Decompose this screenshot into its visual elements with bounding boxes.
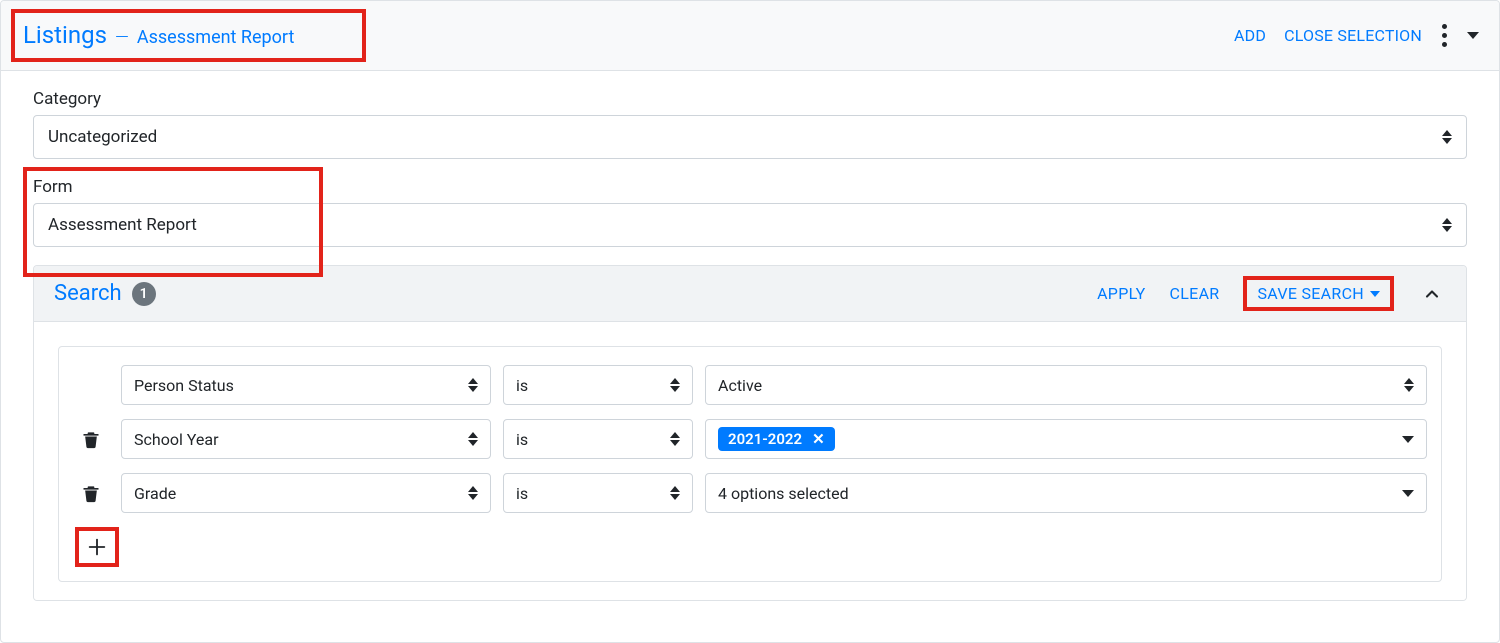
filter-tag: 2021-2022 ✕ [718, 427, 835, 451]
filter-field-select[interactable]: School Year [121, 419, 491, 459]
form-label: Form [33, 177, 1467, 197]
header-dropdown-caret-icon[interactable] [1467, 32, 1479, 39]
form-field-group: Form Assessment Report [33, 177, 1467, 247]
category-select[interactable]: Uncategorized [33, 115, 1467, 159]
select-sort-icon [468, 378, 478, 392]
filter-operator-select[interactable]: is [503, 419, 693, 459]
search-panel: Search 1 APPLY CLEAR SAVE SEARCH [33, 265, 1467, 601]
search-actions: APPLY CLEAR SAVE SEARCH [1097, 276, 1446, 311]
filter-field-value: Grade [134, 484, 176, 503]
title-separator: — [115, 27, 129, 48]
filter-operator-value: is [516, 484, 528, 503]
page-header: Listings — Assessment Report ADD CLOSE S… [1, 1, 1499, 71]
collapse-search-button[interactable] [1418, 280, 1446, 308]
filter-operator-value: is [516, 376, 528, 395]
header-actions: ADD CLOSE SELECTION [1234, 24, 1479, 47]
select-sort-icon [1442, 218, 1452, 232]
save-search-dropdown[interactable]: SAVE SEARCH [1243, 276, 1394, 311]
caret-down-icon [1370, 291, 1380, 297]
filter-value-text: Active [718, 376, 762, 395]
filter-value-multiselect[interactable]: 2021-2022 ✕ [705, 419, 1427, 459]
page-title: Listings [23, 23, 107, 47]
tag-remove-icon[interactable]: ✕ [812, 430, 825, 448]
filter-row: Grade is 4 options selected [73, 473, 1427, 513]
search-header: Search 1 APPLY CLEAR SAVE SEARCH [34, 266, 1466, 322]
select-sort-icon [670, 378, 680, 392]
caret-down-icon [1402, 436, 1414, 443]
filter-value-multiselect[interactable]: 4 options selected [705, 473, 1427, 513]
add-filter-button[interactable] [75, 527, 119, 567]
select-sort-icon [468, 486, 478, 500]
tag-container: 2021-2022 ✕ [718, 427, 1402, 451]
filter-field-select[interactable]: Grade [121, 473, 491, 513]
caret-down-icon [1402, 490, 1414, 497]
filter-field-select[interactable]: Person Status [121, 365, 491, 405]
filter-value-text: 4 options selected [718, 484, 849, 503]
search-title-group: Search 1 [54, 281, 156, 306]
filter-row: Person Status is Active [73, 365, 1427, 405]
filter-field-value: School Year [134, 430, 219, 449]
save-search-label: SAVE SEARCH [1257, 284, 1364, 303]
filter-operator-value: is [516, 430, 528, 449]
filter-operator-select[interactable]: is [503, 365, 693, 405]
kebab-menu-icon[interactable] [1440, 24, 1449, 47]
delete-filter-button[interactable] [81, 427, 101, 451]
filter-operator-select[interactable]: is [503, 473, 693, 513]
page-title-group: Listings — Assessment Report [11, 9, 366, 62]
header-left: Listings — Assessment Report [11, 9, 366, 62]
category-label: Category [33, 89, 1467, 109]
plus-icon [86, 536, 108, 558]
category-value: Uncategorized [48, 127, 157, 147]
page-subtitle: Assessment Report [137, 27, 295, 48]
search-title: Search [54, 281, 122, 306]
form-value: Assessment Report [48, 215, 197, 235]
clear-button[interactable]: CLEAR [1170, 284, 1220, 303]
add-filter-row [75, 527, 1427, 567]
filter-tag-label: 2021-2022 [728, 430, 802, 448]
select-sort-icon [1442, 130, 1452, 144]
form-select[interactable]: Assessment Report [33, 203, 1467, 247]
select-sort-icon [670, 432, 680, 446]
close-selection-button[interactable]: CLOSE SELECTION [1284, 26, 1422, 45]
filter-card: Person Status is Active [58, 346, 1442, 582]
select-sort-icon [670, 486, 680, 500]
add-button[interactable]: ADD [1234, 26, 1266, 45]
select-sort-icon [1404, 378, 1414, 392]
trash-icon [81, 481, 101, 505]
search-body: Person Status is Active [34, 322, 1466, 600]
filter-field-value: Person Status [134, 376, 234, 395]
chevron-up-icon [1422, 284, 1442, 304]
delete-filter-button[interactable] [81, 481, 101, 505]
select-sort-icon [468, 432, 478, 446]
trash-icon [81, 427, 101, 451]
category-field-group: Category Uncategorized [33, 89, 1467, 159]
filter-value-select[interactable]: Active [705, 365, 1427, 405]
apply-button[interactable]: APPLY [1097, 284, 1145, 303]
search-count-badge: 1 [132, 282, 156, 306]
filter-row: School Year is 2021-2022 ✕ [73, 419, 1427, 459]
